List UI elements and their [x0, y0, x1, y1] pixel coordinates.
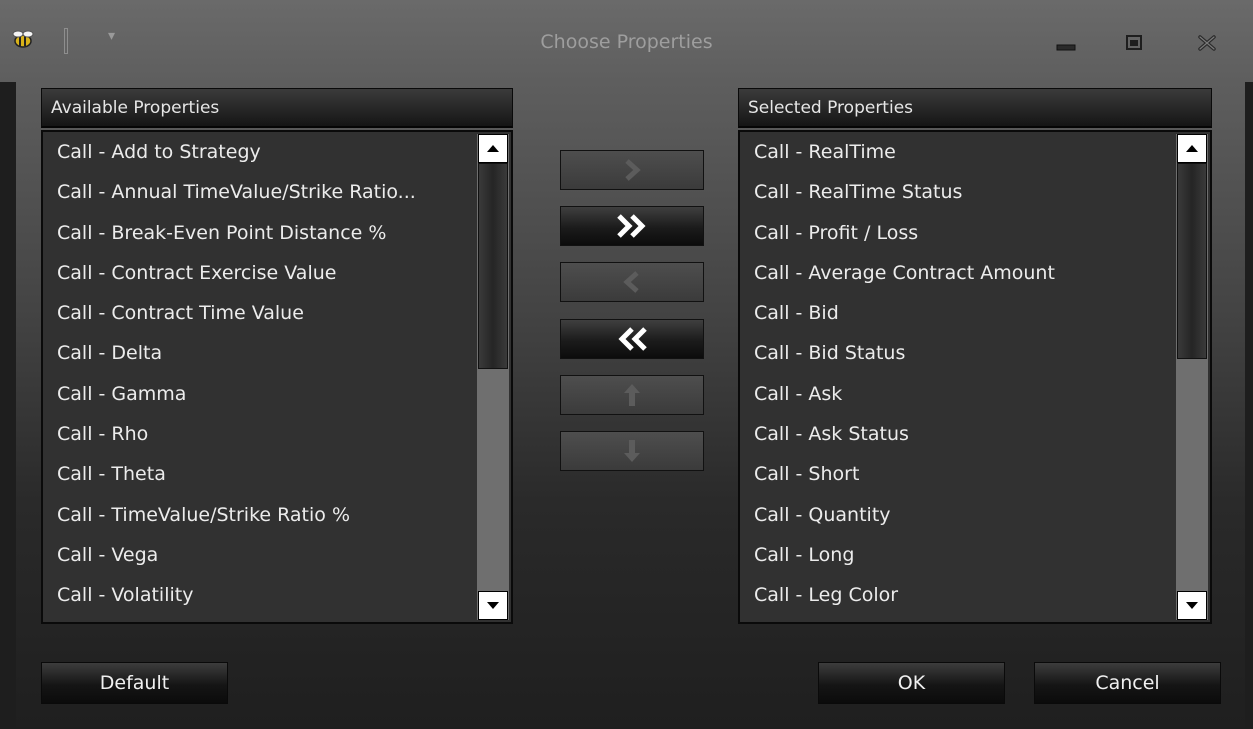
list-item[interactable]: Call - Theta [43, 454, 475, 494]
scroll-up-button[interactable] [478, 134, 508, 163]
list-item[interactable]: Call - Contract Time Value [43, 293, 475, 333]
ok-button[interactable]: OK [818, 662, 1005, 704]
arrow-down-icon [624, 440, 640, 462]
double-chevron-left-icon [618, 327, 647, 351]
triangle-up-icon [487, 145, 499, 152]
available-properties-panel: Available Properties Call - Add to Strat… [41, 88, 513, 624]
scroll-thumb[interactable] [478, 163, 508, 369]
list-item[interactable]: Call - Average Contract Amount [740, 253, 1174, 293]
move-down-button[interactable] [560, 431, 704, 471]
cancel-button[interactable]: Cancel [1034, 662, 1221, 704]
add-all-button[interactable] [560, 206, 704, 246]
list-item[interactable]: Call - Bid [740, 293, 1174, 333]
list-item[interactable]: Call - Add to Strategy [43, 132, 475, 172]
list-item[interactable]: Call - Volatility [43, 575, 475, 615]
available-scrollbar[interactable] [477, 134, 509, 620]
close-icon[interactable] [1194, 32, 1220, 54]
list-item[interactable]: Call - Annual TimeValue/Strike Ratio... [43, 172, 475, 212]
list-item[interactable]: Call - RealTime Status [740, 172, 1174, 212]
list-item[interactable]: Call - Ask Status [740, 414, 1174, 454]
list-item[interactable]: Call - Bid Status [740, 333, 1174, 373]
list-item[interactable]: Call - Contract Exercise Value [43, 253, 475, 293]
list-item[interactable]: Call - Profit / Loss [740, 213, 1174, 253]
scroll-down-button[interactable] [1177, 591, 1207, 620]
list-item[interactable]: Call - Leg Color [740, 575, 1174, 615]
maximize-icon[interactable] [1121, 32, 1147, 54]
list-item[interactable]: Call - Ask [740, 374, 1174, 414]
chevron-right-icon [625, 159, 641, 181]
triangle-down-icon [487, 602, 499, 609]
available-properties-header: Available Properties [41, 88, 513, 128]
selected-properties-list[interactable]: Call - RealTime Call - RealTime Status Cal… [738, 130, 1212, 624]
arrow-up-icon [624, 384, 640, 406]
selected-properties-panel: Selected Properties Call - RealTime Call … [738, 88, 1212, 624]
scroll-up-button[interactable] [1177, 134, 1207, 163]
remove-all-button[interactable] [560, 319, 704, 359]
list-item[interactable]: Call - Vega [43, 535, 475, 575]
scroll-down-button[interactable] [478, 591, 508, 620]
list-item[interactable]: Call - Short [740, 454, 1174, 494]
add-selected-button[interactable] [560, 150, 704, 190]
triangle-up-icon [1186, 145, 1198, 152]
default-button[interactable]: Default [41, 662, 228, 704]
list-item[interactable]: Call - Delta [43, 333, 475, 373]
list-item[interactable]: Call - Break-Even Point Distance % [43, 213, 475, 253]
selected-scrollbar[interactable] [1176, 134, 1208, 620]
dialog-client-area: Available Properties Call - Add to Strat… [16, 82, 1245, 727]
title-bar[interactable]: ▾ Choose Properties [0, 0, 1253, 82]
triangle-down-icon [1186, 602, 1198, 609]
list-item[interactable]: Call - Rho [43, 414, 475, 454]
list-item[interactable]: Call - Quantity [740, 495, 1174, 535]
selected-properties-header: Selected Properties [738, 88, 1212, 128]
list-item[interactable]: Call - RealTime [740, 132, 1174, 172]
scroll-thumb[interactable] [1177, 163, 1207, 359]
available-properties-list[interactable]: Call - Add to Strategy Call - Annual Time… [41, 130, 513, 624]
list-item[interactable]: Call - Long [740, 535, 1174, 575]
chevron-left-icon [623, 271, 639, 293]
list-item[interactable]: Call - Gamma [43, 374, 475, 414]
double-chevron-right-icon [617, 214, 646, 238]
minimize-icon[interactable] [1053, 32, 1079, 54]
remove-selected-button[interactable] [560, 262, 704, 302]
list-item[interactable]: Call - TimeValue/Strike Ratio % [43, 495, 475, 535]
selected-items-container: Call - RealTime Call - RealTime Status Cal… [740, 132, 1174, 622]
move-up-button[interactable] [560, 375, 704, 415]
available-items-container: Call - Add to Strategy Call - Annual Time… [43, 132, 475, 622]
